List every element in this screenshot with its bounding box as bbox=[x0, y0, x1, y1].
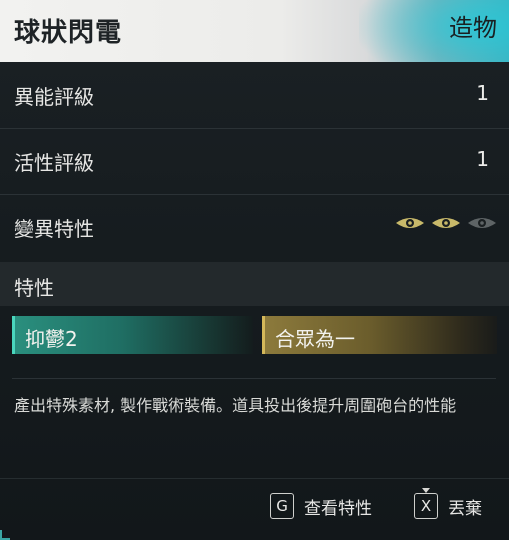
stat-row-mutation: 變異特性 bbox=[0, 194, 509, 260]
item-header: 球狀閃電 造物 bbox=[0, 0, 509, 62]
divider bbox=[12, 378, 496, 379]
eye-icon bbox=[396, 218, 424, 228]
view-traits-action[interactable]: G 查看特性 bbox=[270, 493, 372, 519]
stat-label: 變異特性 bbox=[14, 217, 94, 241]
x-key-icon: X bbox=[414, 488, 438, 519]
item-category: 造物 bbox=[449, 14, 497, 42]
traits-heading: 特性 bbox=[14, 276, 54, 300]
mutation-level-indicator bbox=[395, 216, 497, 230]
corner-decoration bbox=[0, 530, 10, 540]
item-detail-panel: 球狀閃電 造物 異能評級 1 活性評級 1 變異特性 特性 抑鬱2 合眾為一 產… bbox=[0, 0, 509, 540]
item-title: 球狀閃電 bbox=[14, 18, 123, 48]
traits-section-header: 特性 bbox=[0, 262, 509, 306]
view-traits-label: 查看特性 bbox=[304, 498, 372, 519]
discard-label: 丟棄 bbox=[448, 498, 482, 519]
trait-chip-label: 抑鬱2 bbox=[25, 327, 78, 351]
g-key-icon: G bbox=[270, 493, 294, 519]
discard-action[interactable]: X 丟棄 bbox=[414, 488, 482, 519]
item-description: 產出特殊素材, 製作戰術裝備。道具投出後提升周圍砲台的性能 bbox=[14, 396, 457, 415]
stat-label: 活性評級 bbox=[14, 151, 94, 175]
stat-value: 1 bbox=[476, 147, 489, 171]
footer-divider bbox=[0, 478, 509, 479]
trait-chip-depression[interactable]: 抑鬱2 bbox=[12, 316, 253, 354]
stat-value: 1 bbox=[476, 81, 489, 105]
stat-row-activity-rating: 活性評級 1 bbox=[0, 128, 509, 195]
eye-icon bbox=[468, 218, 496, 228]
trait-chip-label: 合眾為一 bbox=[275, 327, 355, 351]
stat-row-ability-rating: 異能評級 1 bbox=[0, 62, 509, 129]
stat-label: 異能評級 bbox=[14, 85, 94, 109]
eye-icon bbox=[432, 218, 460, 228]
trait-chip-e-pluribus-unum[interactable]: 合眾為一 bbox=[262, 316, 497, 354]
